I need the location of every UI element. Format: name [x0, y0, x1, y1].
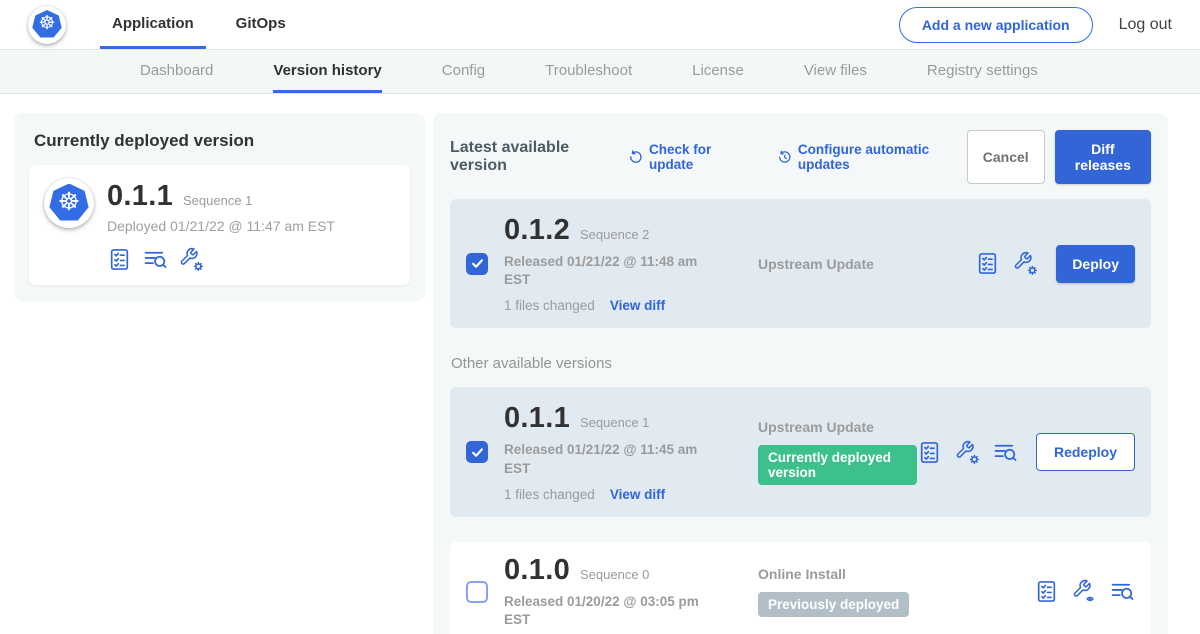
currently-deployed-panel: Currently deployed version ☸ 0.1.1 Seque… — [14, 113, 425, 301]
version-row-0-1-1: 0.1.1 Sequence 1 Released 01/21/22 @ 11:… — [450, 387, 1151, 516]
app-sub-nav: Dashboard Version history Config Trouble… — [0, 50, 1200, 94]
sequence-label: Sequence 0 — [580, 567, 649, 582]
available-versions-panel: Latest available version Check for updat… — [433, 113, 1168, 634]
deploy-logs-icon[interactable] — [993, 440, 1018, 465]
check-for-update-label: Check for update — [649, 142, 749, 172]
preflight-checks-icon[interactable] — [107, 247, 132, 272]
version-row-0-1-0: 0.1.0 Sequence 0 Released 01/20/22 @ 03:… — [450, 542, 1151, 634]
refresh-icon — [628, 149, 643, 166]
released-timestamp: Released 01/21/22 @ 11:48 am EST — [504, 253, 709, 289]
version-row-0-1-2: 0.1.2 Sequence 2 Released 01/21/22 @ 11:… — [450, 199, 1151, 328]
view-config-icon[interactable] — [1072, 579, 1097, 604]
tab-dashboard[interactable]: Dashboard — [140, 50, 213, 93]
kubernetes-logo-icon: ☸ — [28, 6, 66, 44]
deployed-timestamp: Deployed 01/21/22 @ 11:47 am EST — [107, 218, 335, 234]
tab-version-history[interactable]: Version history — [273, 50, 381, 93]
configure-updates-label: Configure automatic updates — [798, 142, 967, 172]
currently-deployed-title: Currently deployed version — [34, 131, 410, 151]
top-nav: ☸ Application GitOps Add a new applicati… — [0, 0, 1200, 50]
add-new-application-button[interactable]: Add a new application — [899, 7, 1093, 43]
preflight-checks-icon[interactable] — [1034, 579, 1059, 604]
logout-button[interactable]: Log out — [1119, 16, 1172, 34]
deploy-button[interactable]: Deploy — [1056, 245, 1135, 283]
sequence-label: Sequence 1 — [580, 415, 649, 430]
files-changed-label: 1 files changed — [504, 487, 595, 502]
app-logo: ☸ — [28, 6, 66, 44]
view-diff-link[interactable]: View diff — [610, 487, 665, 502]
main-content: Currently deployed version ☸ 0.1.1 Seque… — [0, 94, 1200, 634]
released-timestamp: Released 01/20/22 @ 03:05 pm EST — [504, 593, 709, 629]
config-settings-icon[interactable] — [179, 247, 204, 272]
preflight-checks-icon[interactable] — [975, 251, 1000, 276]
redeploy-button[interactable]: Redeploy — [1036, 433, 1135, 471]
version-checkbox[interactable] — [466, 441, 488, 463]
check-for-update-link[interactable]: Check for update — [628, 142, 749, 172]
version-checkbox[interactable] — [466, 581, 488, 603]
other-available-versions-title: Other available versions — [451, 355, 1151, 372]
deploy-logs-icon[interactable] — [143, 247, 168, 272]
tab-config[interactable]: Config — [442, 50, 485, 93]
kubernetes-app-icon: ☸ — [44, 178, 94, 228]
config-settings-icon[interactable] — [1013, 251, 1038, 276]
tab-troubleshoot[interactable]: Troubleshoot — [545, 50, 632, 93]
released-timestamp: Released 01/21/22 @ 11:45 am EST — [504, 441, 709, 477]
version-source-label: Upstream Update — [758, 419, 917, 435]
version-number: 0.1.2 — [504, 214, 570, 247]
version-source-label: Online Install — [758, 566, 1034, 582]
top-tabs: Application GitOps — [100, 0, 316, 49]
deployed-version-number: 0.1.1 — [107, 180, 173, 213]
latest-available-title: Latest available version — [450, 139, 614, 175]
tab-view-files[interactable]: View files — [804, 50, 867, 93]
previously-deployed-badge: Previously deployed — [758, 592, 909, 617]
config-settings-icon[interactable] — [955, 440, 980, 465]
configure-automatic-updates-link[interactable]: Configure automatic updates — [777, 142, 967, 172]
tab-application[interactable]: Application — [100, 0, 206, 49]
preflight-checks-icon[interactable] — [917, 440, 942, 465]
tab-license[interactable]: License — [692, 50, 744, 93]
deployed-sequence-label: Sequence 1 — [183, 193, 252, 208]
version-source-label: Upstream Update — [758, 256, 975, 272]
tab-gitops[interactable]: GitOps — [224, 0, 298, 49]
deploy-logs-icon[interactable] — [1110, 579, 1135, 604]
version-number: 0.1.0 — [504, 554, 570, 587]
sequence-label: Sequence 2 — [580, 227, 649, 242]
clock-refresh-icon — [777, 149, 792, 166]
cancel-button[interactable]: Cancel — [967, 130, 1045, 184]
files-changed-label: 1 files changed — [504, 298, 595, 313]
currently-deployed-badge: Currently deployed version — [758, 445, 917, 485]
version-number: 0.1.1 — [504, 402, 570, 435]
diff-releases-button[interactable]: Diff releases — [1055, 130, 1151, 184]
tab-registry-settings[interactable]: Registry settings — [927, 50, 1038, 93]
view-diff-link[interactable]: View diff — [610, 298, 665, 313]
version-checkbox[interactable] — [466, 253, 488, 275]
deployed-version-card: ☸ 0.1.1 Sequence 1 Deployed 01/21/22 @ 1… — [29, 165, 410, 285]
